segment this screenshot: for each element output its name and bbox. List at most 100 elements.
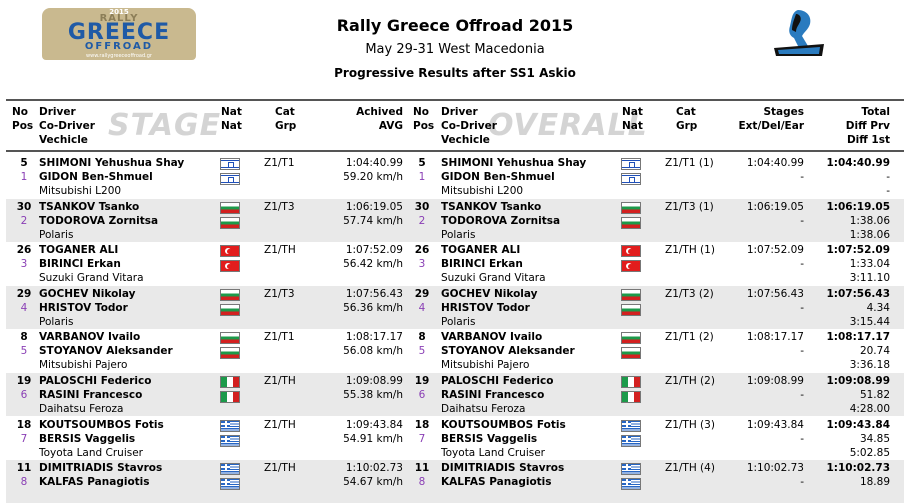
- col-label: Stages: [763, 106, 804, 118]
- vehicle-name: Mitsubishi L200: [39, 185, 122, 197]
- diff-first: 3:36.18: [849, 359, 890, 372]
- diff-first: 4:28.00: [849, 403, 890, 415]
- vehicle-name: Polaris: [39, 228, 74, 241]
- stage-position: 4: [20, 301, 28, 314]
- stage-position: 8: [20, 476, 28, 489]
- penalties: -: [800, 214, 804, 227]
- col-label: No: [413, 106, 430, 118]
- israel-flag-icon: [621, 173, 641, 185]
- total-time: 1:06:19.05: [826, 200, 890, 213]
- vehicle-name: Toyota Land Cruiser: [441, 446, 545, 459]
- stage-watermark: STAGE: [108, 108, 222, 143]
- bulgaria-flag-icon: [220, 347, 240, 360]
- codriver-name: HRISTOV Todor: [441, 301, 530, 314]
- bulgaria-flag-icon: [220, 201, 240, 214]
- codriver-name: RASINI Francesco: [39, 389, 143, 401]
- bulgaria-flag-icon: [621, 216, 641, 229]
- vehicle-name: Polaris: [441, 315, 476, 328]
- col-label: Nat: [221, 106, 242, 118]
- bulgaria-flag-icon: [220, 303, 240, 316]
- car-number: 29: [16, 287, 32, 300]
- codriver-name: BERSIS Vaggelis: [441, 432, 538, 445]
- col-label: Co-Driver: [39, 120, 95, 132]
- codriver-name: BIRINCI Erkan: [441, 258, 523, 271]
- col-label: Achived: [356, 106, 403, 118]
- col-overall-total: Total Diff Prv Diff 1st: [810, 105, 890, 147]
- col-label: Ext/Del/Ear: [738, 120, 804, 132]
- penalties: -: [800, 432, 804, 445]
- greece-flag-icon: [220, 478, 240, 491]
- diff-first: -: [886, 185, 890, 197]
- turkey-flag-icon: [220, 245, 240, 258]
- stages-time: 1:07:52.09: [746, 244, 804, 257]
- bulgaria-flag-icon: [220, 216, 240, 229]
- penalties: -: [800, 345, 804, 358]
- turkey-flag-icon: [220, 260, 240, 273]
- driver-name: TOGANER ALI: [39, 244, 119, 257]
- vehicle-name: Daihatsu Feroza: [441, 403, 526, 415]
- diff-previous: 1:33.04: [849, 258, 890, 271]
- total-time: 1:09:43.84: [826, 418, 890, 431]
- driver-name: VARBANOV Ivailo: [441, 331, 543, 344]
- diff-previous: -: [886, 171, 890, 183]
- car-number: 18: [414, 418, 430, 431]
- table-row: 18 7 KOUTSOUMBOS Fotis BERSIS Vaggelis Toyot…: [6, 417, 904, 460]
- total-time: 1:08:17.17: [826, 331, 890, 344]
- col-label: Vechicle: [39, 134, 88, 146]
- col-overall-cat: Cat Grp: [676, 105, 697, 133]
- bulgaria-flag-icon: [220, 332, 240, 345]
- bulgaria-flag-icon: [220, 288, 240, 301]
- diff-first: 1:38.06: [849, 228, 890, 241]
- driver-name: TSANKOV Tsanko: [441, 200, 542, 213]
- car-number: 5: [20, 157, 28, 169]
- col-label: AVG: [378, 120, 403, 132]
- col-stage-cat: Cat Grp: [275, 105, 296, 133]
- codriver-name: TODOROVA Zornitsa: [39, 214, 159, 227]
- total-time: 1:04:40.99: [826, 157, 890, 169]
- stage-position: 3: [20, 258, 28, 271]
- driver-name: VARBANOV Ivailo: [39, 331, 141, 344]
- car-number: 29: [414, 287, 430, 300]
- vehicle-name: Polaris: [39, 315, 74, 328]
- col-overall-nat: Nat Nat: [622, 105, 643, 133]
- codriver-name: STOYANOV Aleksander: [441, 345, 575, 358]
- greece-flag-icon: [220, 419, 240, 432]
- category-group-rank: Z1/TH (3): [665, 418, 715, 431]
- col-label: Nat: [622, 106, 643, 118]
- header-bottom-rule: [6, 150, 904, 152]
- car-number: 30: [414, 200, 430, 213]
- car-number: 8: [418, 331, 426, 344]
- car-number: 11: [414, 462, 430, 475]
- overall-position: 7: [418, 432, 426, 445]
- codriver-name: STOYANOV Aleksander: [39, 345, 173, 358]
- codriver-name: HRISTOV Todor: [39, 301, 128, 314]
- total-time: 1:07:56.43: [826, 287, 890, 300]
- total-time: 1:09:08.99: [826, 375, 890, 387]
- col-label: Total: [861, 106, 890, 118]
- penalties: -: [800, 476, 804, 489]
- greece-flag-icon: [621, 434, 641, 447]
- italy-flag-icon: [220, 391, 240, 403]
- category-group: Z1/TH: [264, 375, 296, 387]
- driver-name: TOGANER ALI: [441, 244, 521, 257]
- category-group: Z1/TH: [264, 418, 296, 431]
- col-label: Cat: [676, 106, 696, 118]
- category-group-rank: Z1/TH (4): [665, 462, 715, 475]
- table-row: 26 3 TOGANER ALI BIRINCI Erkan Suzuki Grand …: [6, 242, 904, 285]
- diff-previous: 51.82: [859, 389, 890, 401]
- stage-position: 2: [20, 214, 28, 227]
- col-stage-nat: Nat Nat: [221, 105, 242, 133]
- overall-position: 3: [418, 258, 426, 271]
- col-label: Nat: [221, 120, 242, 132]
- col-stage-driver: Driver Co-Driver Vechicle: [39, 105, 95, 147]
- total-time: 1:07:52.09: [826, 244, 890, 257]
- col-overall-no: No Pos: [413, 105, 434, 133]
- stage-time: 1:06:19.05: [345, 200, 403, 213]
- category-group: Z1/T3: [264, 287, 295, 300]
- car-number: 19: [16, 375, 32, 387]
- col-stage-time: Achived AVG: [323, 105, 403, 133]
- bulgaria-flag-icon: [621, 347, 641, 360]
- average-speed: 55.38 km/h: [343, 389, 403, 401]
- stage-position: 6: [20, 389, 28, 401]
- stage-position: 1: [20, 171, 28, 183]
